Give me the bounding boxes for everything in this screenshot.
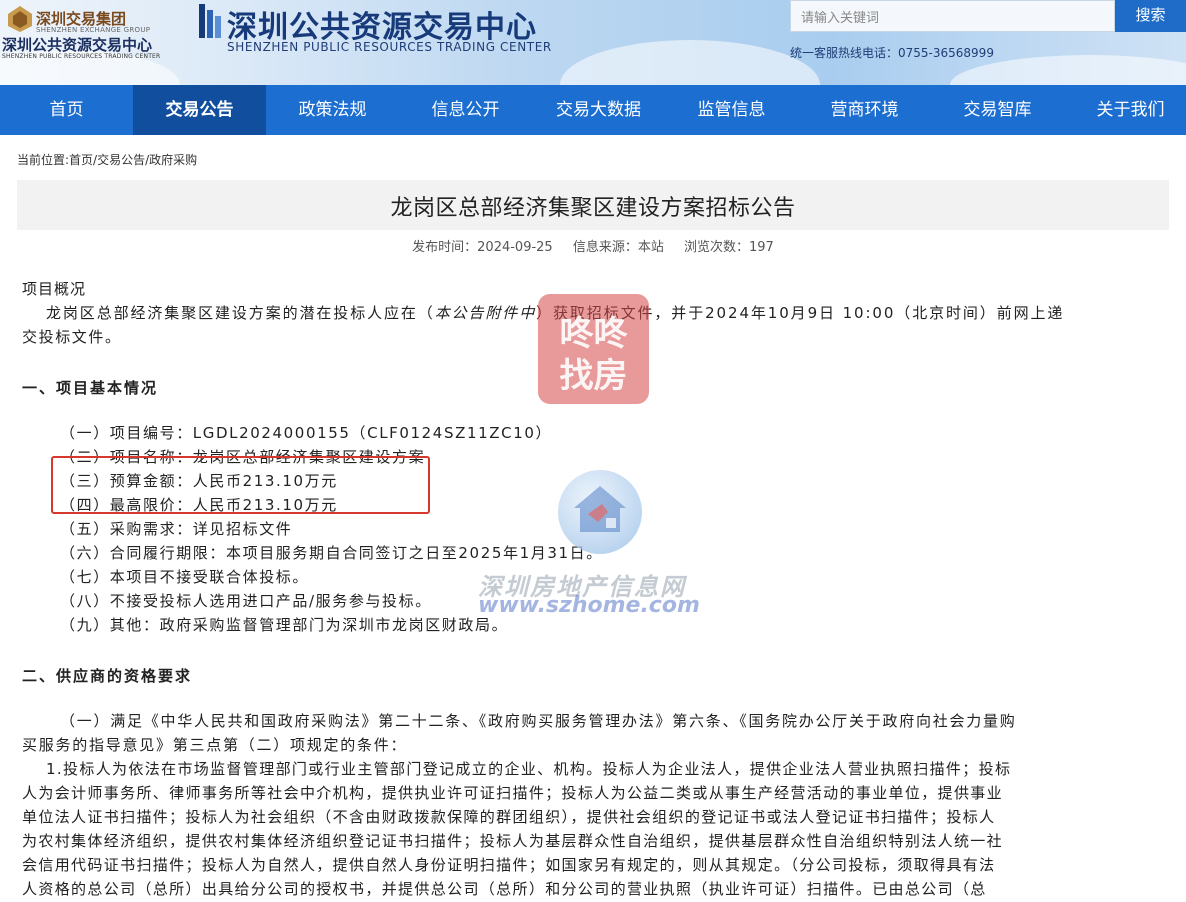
site-logo-icon — [199, 4, 221, 38]
watermark-badge-line2: 找房 — [559, 356, 628, 396]
group-logo-name-en: SHENZHEN EXCHANGE GROUP — [36, 26, 151, 34]
no-imports: （八）不接受投标人选用进口产品/服务参与投标。 — [60, 592, 432, 610]
other-info: （九）其他：政府采购监督管理部门为深圳市龙岗区财政局。 — [60, 616, 509, 634]
section2-line: 单位法人证书扫描件；投标人为社会组织（不含由财政拨款保障的群团组织），提供社会组… — [22, 808, 996, 826]
site-logo[interactable]: 深圳公共资源交易中心 SHENZHEN PUBLIC RESOURCES TRA… — [195, 0, 575, 70]
nav-item-trade-notices[interactable]: 交易公告 — [133, 85, 266, 135]
center-logo-name: 深圳公共资源交易中心 — [2, 36, 153, 54]
overview-text-part1: 龙岗区总部经济集聚区建设方案的潜在投标人应在（ — [46, 304, 435, 322]
publish-time: 发布时间：2024-09-25 — [412, 240, 553, 255]
site-title-en: SHENZHEN PUBLIC RESOURCES TRADING CENTER — [227, 40, 552, 54]
section2-line: 为农村集体经济组织，提供农村集体经济组织登记证书扫描件；投标人为基层群众性自治组… — [22, 832, 1004, 850]
section2-line: （一）满足《中华人民共和国政府采购法》第二十二条、《政府购买服务管理办法》第六条… — [60, 712, 1017, 730]
nav-item-supervision[interactable]: 监管信息 — [665, 85, 798, 135]
section2-line: 人资格的总公司（总所）出具给分公司的授权书，并提供总公司（总所）和分公司的营业执… — [22, 880, 987, 898]
nav-item-about[interactable]: 关于我们 — [1064, 85, 1186, 135]
house-icon — [574, 486, 626, 532]
breadcrumb[interactable]: 当前位置:首页/交易公告/政府采购 — [17, 151, 197, 168]
overview-heading: 项目概况 — [22, 280, 87, 298]
highlight-box — [51, 456, 430, 514]
nav-item-big-data[interactable]: 交易大数据 — [532, 85, 665, 135]
group-logo-icon — [8, 6, 32, 32]
project-number: （一）项目编号：LGDL2024000155（CLF0124SZ11ZC10） — [60, 424, 553, 442]
nav-item-disclosure[interactable]: 信息公开 — [399, 85, 532, 135]
page-title: 龙岗区总部经济集聚区建设方案招标公告 — [390, 196, 796, 221]
watermark-site-url: www.szhome.com — [478, 593, 700, 618]
search-button[interactable]: 搜索 — [1115, 0, 1186, 32]
procurement-needs: （五）采购需求：详见招标文件 — [60, 520, 293, 538]
section2-heading: 二、供应商的资格要求 — [22, 667, 193, 685]
section2-line: 买服务的指导意见》第三点第（二）项规定的条件： — [22, 736, 408, 754]
overview-text-italic: 本公告附件中 — [434, 304, 537, 322]
nav-item-think-tank[interactable]: 交易智库 — [931, 85, 1064, 135]
center-logo-name-en: SHENZHEN PUBLIC RESOURCES TRADING CENTER — [2, 53, 161, 60]
watermark-badge: 咚咚 找房 — [538, 294, 649, 404]
section2-line: 人为会计师事务所、律师事务所等社会中介机构，提供执业许可证扫描件；投标人为公益二… — [22, 784, 1004, 802]
section1-heading: 一、项目基本情况 — [22, 379, 159, 397]
article-meta: 发布时间：2024-09-25 信息来源：本站 浏览次数：197 — [0, 236, 1186, 255]
section2-line: 会信用代码证书扫描件；投标人为自然人，提供自然人身份证明扫描件；如国家另有规定的… — [22, 856, 996, 874]
section2-line: 1.投标人为依法在市场监督管理部门或行业主管部门登记成立的企业、机构。投标人为企… — [46, 760, 1012, 778]
group-logo[interactable]: 深圳交易集团 SHENZHEN EXCHANGE GROUP 深圳公共资源交易中… — [0, 4, 175, 64]
nav-item-home[interactable]: 首页 — [0, 85, 133, 135]
info-source: 信息来源：本站 — [572, 240, 664, 255]
title-band: 龙岗区总部经济集聚区建设方案招标公告 — [17, 180, 1169, 230]
no-consortium: （七）本项目不接受联合体投标。 — [60, 568, 310, 586]
main-nav: 首页 交易公告 政策法规 信息公开 交易大数据 监管信息 营商环境 交易智库 关… — [0, 85, 1186, 135]
view-count: 浏览次数：197 — [684, 240, 774, 255]
search-input[interactable]: 请输入关键词 — [790, 0, 1115, 32]
service-hotline: 统一客服热线电话：0755-36568999 — [790, 46, 994, 60]
nav-item-policies[interactable]: 政策法规 — [266, 85, 399, 135]
overview-text-line2: 交投标文件。 — [22, 328, 122, 346]
site-header: 深圳交易集团 SHENZHEN EXCHANGE GROUP 深圳公共资源交易中… — [0, 0, 1186, 85]
watermark-house-logo — [558, 470, 642, 554]
nav-item-business-env[interactable]: 营商环境 — [798, 85, 931, 135]
contract-period: （六）合同履行期限：本项目服务期自合同签订之日至2025年1月31日。 — [60, 544, 603, 562]
